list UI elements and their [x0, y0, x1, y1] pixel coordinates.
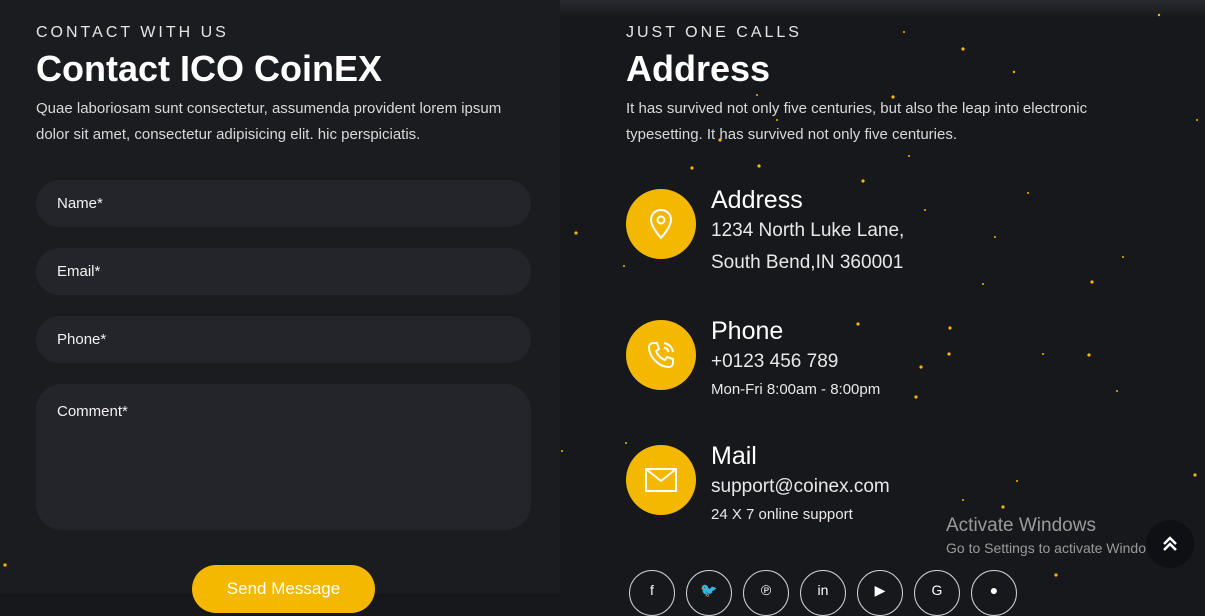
comment-field-wrapper: [36, 384, 531, 530]
phone-icon: [648, 342, 674, 368]
facebook-button[interactable]: f: [629, 570, 675, 616]
phone-field-wrapper: [36, 316, 531, 363]
pinterest-icon: ℗: [760, 582, 772, 598]
windows-activation-subtitle: Go to Settings to activate Windows.: [946, 540, 1167, 556]
address-line-2: South Bend,IN 360001: [711, 252, 904, 273]
mail-circle: [626, 445, 696, 515]
address-eyebrow: JUST ONE CALLS: [626, 24, 802, 41]
windows-activation-title: Activate Windows: [946, 515, 1096, 536]
double-chevron-up-icon: [1163, 536, 1177, 551]
linkedin-icon: in: [817, 582, 829, 598]
youtube-icon: ▶: [874, 582, 886, 598]
map-pin-icon: [649, 208, 673, 240]
mail-support: 24 X 7 online support: [711, 506, 853, 523]
phone-item-title: Phone: [711, 317, 784, 345]
other-social-button[interactable]: ●: [971, 570, 1017, 616]
address-title: Address: [626, 48, 771, 89]
email-field-wrapper: [36, 248, 531, 295]
contact-description: Quae laboriosam sunt consectetur, assume…: [36, 100, 502, 143]
email-input[interactable]: [36, 248, 531, 295]
phone-input[interactable]: [36, 316, 531, 363]
mail-address[interactable]: support@coinex.com: [711, 476, 890, 498]
linkedin-button[interactable]: in: [800, 570, 846, 616]
contact-title: Contact ICO CoinEX: [36, 48, 383, 89]
google-button[interactable]: G: [914, 570, 960, 616]
name-field-wrapper: [36, 180, 531, 227]
phone-circle: [626, 320, 696, 390]
phone-hours: Mon-Fri 8:00am - 8:00pm: [711, 381, 881, 398]
address-item-title: Address: [711, 186, 803, 214]
phone-number[interactable]: +0123 456 789: [711, 351, 838, 373]
pinterest-button[interactable]: ℗: [743, 570, 789, 616]
address-circle: [626, 189, 696, 259]
twitter-icon: 🐦: [700, 582, 718, 598]
twitter-button[interactable]: 🐦: [686, 570, 732, 616]
mail-icon: [645, 468, 677, 492]
name-input[interactable]: [36, 180, 531, 227]
youtube-button[interactable]: ▶: [857, 570, 903, 616]
address-description: It has survived not only five centuries,…: [626, 100, 1088, 143]
address-line-1: 1234 North Luke Lane,: [711, 220, 905, 241]
send-message-button[interactable]: Send Message: [192, 565, 375, 613]
google-icon: G: [931, 582, 943, 598]
comment-textarea[interactable]: [36, 384, 531, 530]
contact-eyebrow: CONTACT WITH US: [36, 24, 229, 41]
mail-item-title: Mail: [711, 442, 757, 470]
other-social-icon: ●: [989, 582, 999, 598]
scroll-to-top-button[interactable]: [1146, 520, 1194, 568]
facebook-icon: f: [650, 582, 654, 598]
